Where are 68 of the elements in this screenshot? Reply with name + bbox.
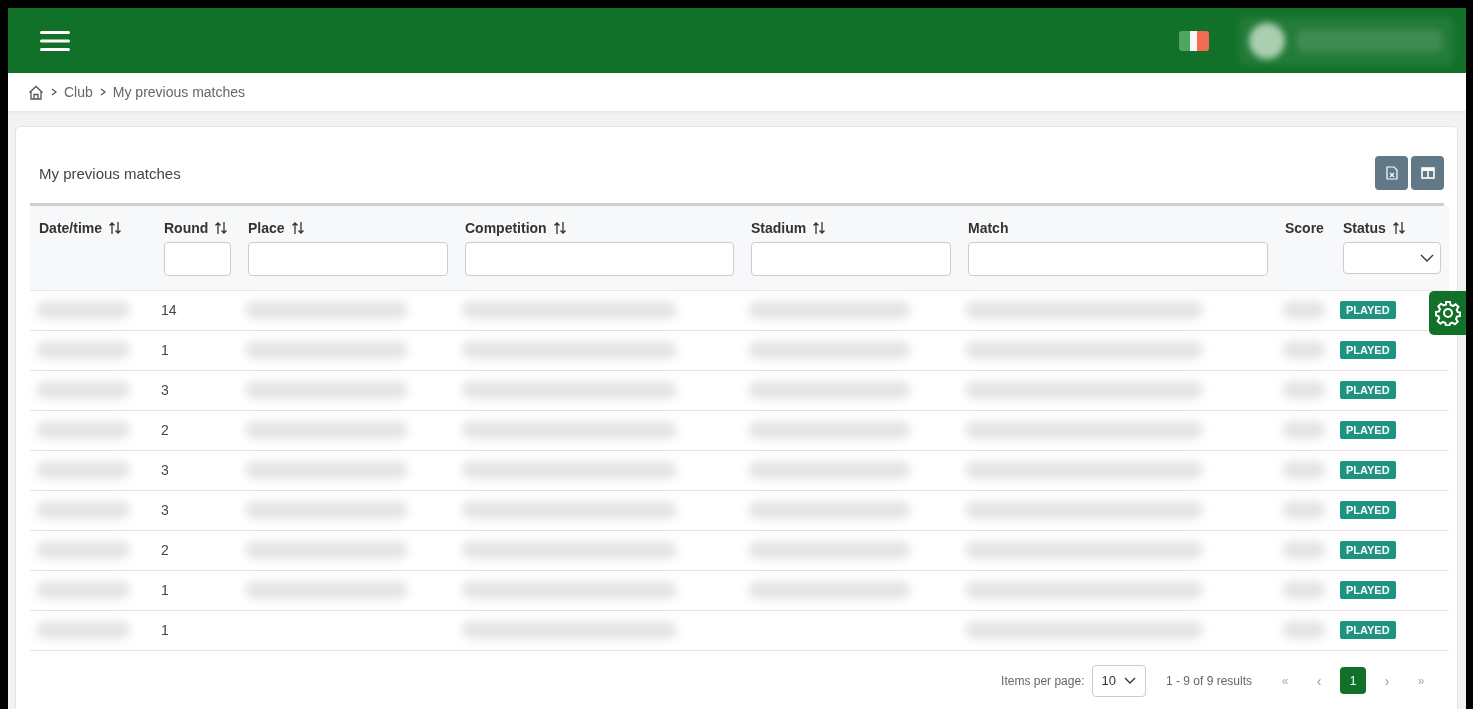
table-cell: 14 — [161, 302, 177, 318]
blurred-text — [1282, 501, 1326, 519]
sort-icon[interactable] — [108, 221, 123, 235]
chevron-right-icon — [98, 87, 107, 97]
table-cell: 1 — [161, 622, 169, 638]
column-header[interactable]: Status — [1343, 220, 1386, 236]
status-badge: PLAYED — [1340, 541, 1396, 559]
sort-icon[interactable] — [552, 221, 567, 235]
sort-icon[interactable] — [812, 221, 827, 235]
filter-field[interactable] — [248, 242, 448, 276]
status-badge: PLAYED — [1340, 421, 1396, 439]
flag-icon[interactable] — [1179, 30, 1209, 51]
page-button[interactable]: 1 — [1340, 667, 1366, 694]
items-per-page-label: Items per page: — [1001, 673, 1085, 688]
status-badge: PLAYED — [1340, 381, 1396, 399]
column-header[interactable]: Place — [248, 220, 285, 236]
status-badge: PLAYED — [1340, 621, 1396, 639]
column-header[interactable]: Round — [164, 220, 209, 236]
columns-icon — [1420, 166, 1435, 179]
table-cell: 3 — [161, 382, 169, 398]
column-header: Score — [1285, 220, 1324, 236]
blurred-user-menu[interactable] — [1239, 16, 1454, 65]
settings-icon — [1434, 300, 1461, 326]
breadcrumb-current: My previous matches — [112, 84, 246, 100]
blurred-text — [1282, 541, 1326, 559]
filter-field[interactable] — [968, 242, 1268, 276]
blurred-text — [1282, 621, 1326, 639]
sort-icon[interactable] — [1391, 221, 1406, 235]
columns-button[interactable] — [1411, 155, 1444, 190]
status-badge: PLAYED — [1340, 501, 1396, 519]
menu-icon — [40, 29, 70, 52]
blurred-text — [1282, 421, 1326, 439]
column-header[interactable]: Stadium — [751, 220, 807, 236]
blurred-text — [1282, 381, 1326, 399]
excel-file-icon — [1385, 165, 1398, 180]
filter-field[interactable] — [465, 242, 734, 276]
filter-field[interactable] — [164, 242, 231, 276]
table-cell: 3 — [161, 462, 169, 478]
results-summary: 1 - 9 of 9 results — [1165, 673, 1252, 688]
table-cell: 3 — [161, 502, 169, 518]
sort-icon[interactable] — [290, 221, 305, 235]
blurred-text — [1282, 581, 1326, 599]
menu-button[interactable] — [40, 29, 70, 52]
column-header[interactable]: Competition — [465, 220, 547, 236]
sort-icon[interactable] — [214, 221, 229, 235]
status-badge: PLAYED — [1340, 461, 1396, 479]
chevron-down-icon — [1123, 677, 1136, 684]
blurred-text — [1282, 341, 1326, 359]
column-header: Match — [968, 220, 1009, 236]
home-icon[interactable] — [28, 84, 44, 100]
status-badge: PLAYED — [1340, 581, 1396, 599]
table-cell: 1 — [161, 582, 169, 598]
blurred-text — [1282, 301, 1326, 319]
chevron-down-icon — [1420, 254, 1434, 262]
items-per-page-dropdown[interactable]: 10 — [1092, 664, 1146, 697]
export-excel-button[interactable] — [1375, 155, 1408, 190]
card-title: My previous matches — [39, 164, 181, 182]
status-badge: PLAYED — [1340, 341, 1396, 359]
breadcrumb-link[interactable]: Club — [64, 84, 93, 100]
filter-field[interactable] — [751, 242, 951, 276]
settings-button[interactable] — [1429, 291, 1466, 335]
table-cell: 2 — [161, 542, 169, 558]
table-cell: 2 — [161, 422, 169, 438]
blurred-text — [1282, 461, 1326, 479]
table-cell: 1 — [161, 342, 169, 358]
chevron-right-icon — [50, 87, 58, 97]
column-header[interactable]: Date/time — [39, 220, 103, 236]
status-badge: PLAYED — [1340, 301, 1396, 319]
